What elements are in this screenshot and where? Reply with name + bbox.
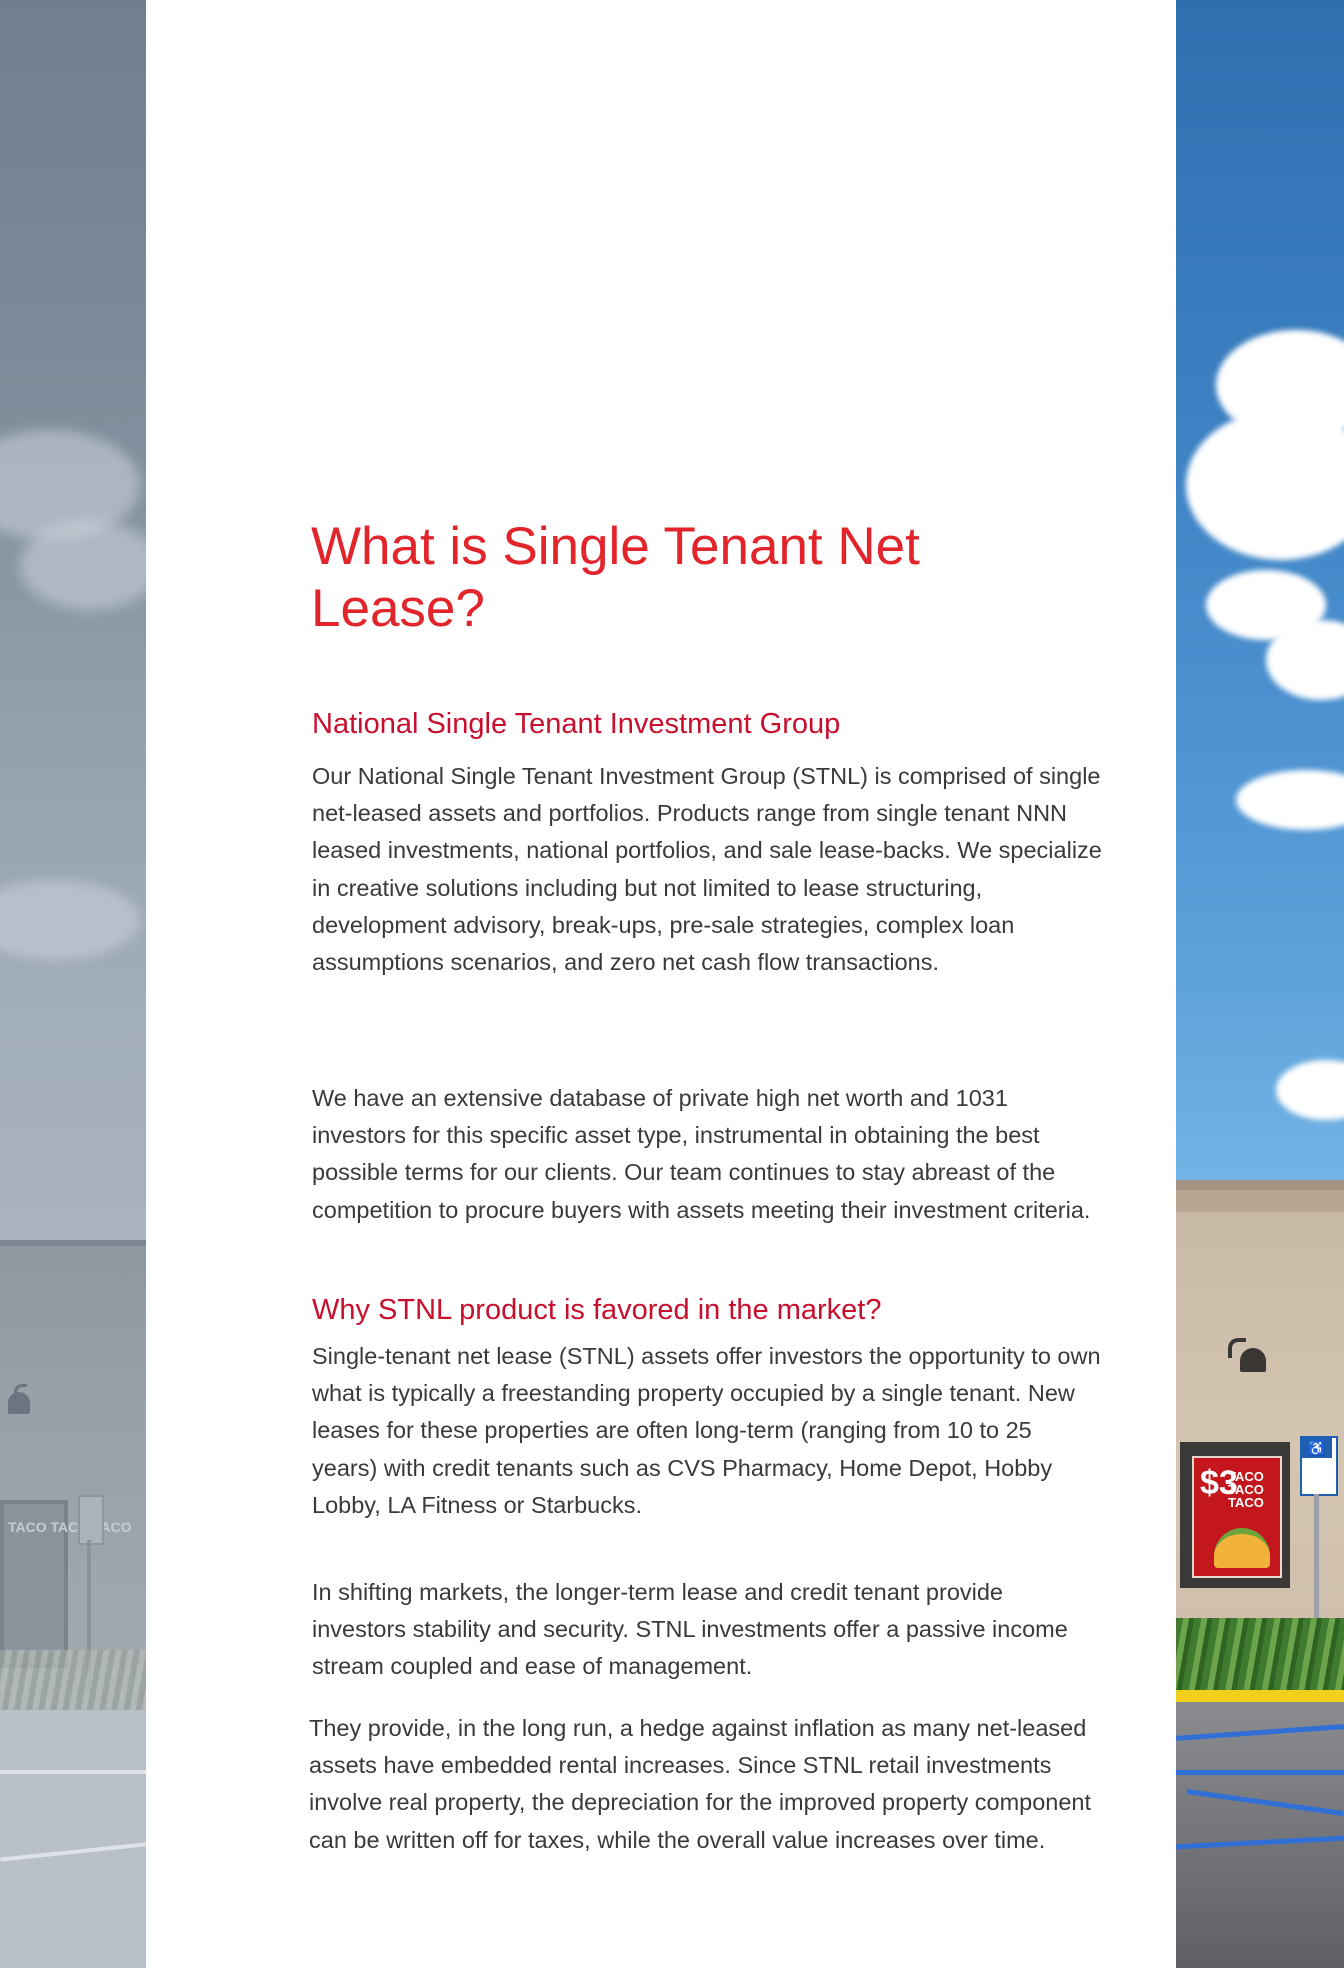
cloud [0, 880, 140, 960]
wall-lamp-icon [1240, 1348, 1266, 1372]
background-photo-right: $3 TACO TACO TACO ♿ [1176, 0, 1344, 1968]
cloud [1186, 410, 1344, 560]
wall-lamp-icon [8, 1392, 30, 1414]
paragraph: Our National Single Tenant Investment Gr… [312, 763, 1102, 976]
shrubs [1176, 1618, 1344, 1698]
parking-stripe [0, 1770, 146, 1774]
content-panel: What is Single Tenant Net Lease? Nationa… [146, 0, 1176, 1968]
building-fascia [1176, 1190, 1344, 1212]
section-heading-why-stnl: Why STNL product is favored in the marke… [312, 1294, 882, 1326]
page-title: What is Single Tenant Net Lease? [311, 517, 920, 638]
paragraph: We have an extensive database of private… [312, 1085, 1091, 1223]
cloud [1276, 1060, 1344, 1120]
paragraph: In shifting markets, the longer-term lea… [312, 1579, 1068, 1680]
cloud [1236, 770, 1344, 830]
paragraph: Single-tenant net lease (STNL) assets of… [312, 1343, 1101, 1518]
paragraph: They provide, in the long run, a hedge a… [309, 1715, 1092, 1853]
background-photo-left: TACO TACO TACO [0, 0, 146, 1968]
shrubs [0, 1650, 146, 1710]
parking-sign [78, 1495, 104, 1545]
cloud [20, 520, 146, 610]
yellow-curb [1176, 1690, 1344, 1702]
section-heading-stnl-group: National Single Tenant Investment Group [312, 708, 841, 740]
parking-lot [0, 1710, 146, 1968]
parking-lot [1176, 1702, 1344, 1968]
menu-poster-text: TACO TACO TACO [8, 1519, 132, 1535]
parking-stripe [1176, 1770, 1344, 1775]
menu-poster-text: TACO TACO TACO [1228, 1469, 1264, 1510]
accessible-parking-icon: ♿ [1302, 1438, 1332, 1458]
